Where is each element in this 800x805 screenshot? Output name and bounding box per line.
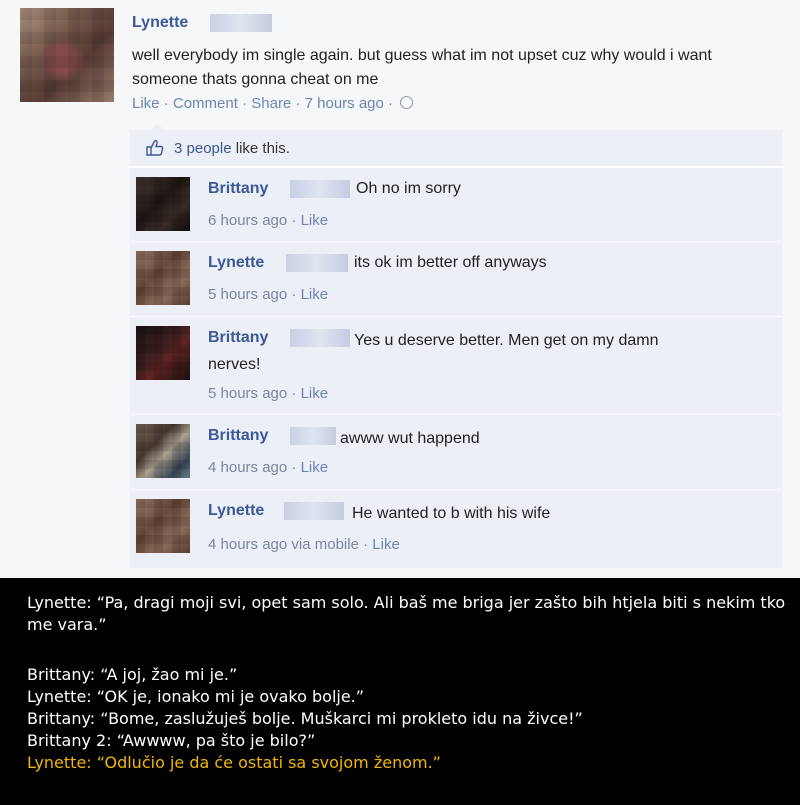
comment-meta: 4 hours ago via mobile · Like	[208, 536, 400, 553]
likes-box: 3 people like this.	[130, 123, 782, 167]
comment-timestamp[interactable]: 5 hours ago	[208, 286, 287, 303]
post-author-name[interactable]: Lynette	[132, 14, 188, 32]
caret	[150, 123, 164, 130]
caption-line: Brittany: “Bome, zaslužuješ bolje. Muška…	[27, 709, 583, 728]
redacted-surname	[284, 502, 344, 520]
translation-caption: Lynette: “Pa, dragi moji svi, opet sam s…	[0, 578, 800, 805]
comment-text-continued: nerves!	[208, 356, 261, 373]
caption-line: Brittany 2: “Awwww, pa što je bilo?”	[27, 731, 316, 750]
globe-icon	[400, 96, 414, 109]
caption-line: Brittany: “A joj, žao mi je.”	[27, 665, 238, 684]
caption-line: Lynette: “OK je, ionako mi je ovako bolj…	[27, 687, 365, 706]
comment-author[interactable]: Lynette	[208, 502, 264, 520]
avatar[interactable]	[136, 499, 190, 553]
comment-author[interactable]: Brittany	[208, 180, 268, 198]
comment-author[interactable]: Brittany	[208, 427, 268, 445]
like-link[interactable]: Like	[132, 95, 160, 112]
likes-text: 3 people like this.	[174, 140, 290, 157]
comment-like-link[interactable]: Like	[372, 536, 400, 553]
caption-line-highlight: Lynette: “Odlučio je da će ostati sa svo…	[27, 753, 441, 772]
comment-link[interactable]: Comment	[173, 95, 238, 112]
comment-timestamp[interactable]: 4 hours ago	[208, 459, 287, 476]
thumbs-up-icon	[146, 140, 164, 156]
redacted-surname	[210, 14, 272, 32]
comment-text: Oh no im sorry	[356, 180, 461, 197]
redacted-surname	[286, 254, 348, 272]
comment: Brittany Oh no im sorry 6 hours ago · Li…	[130, 167, 782, 241]
comment: Brittany awww wut happend 4 hours ago · …	[130, 414, 782, 489]
comment-like-link[interactable]: Like	[301, 286, 329, 303]
comment-text: He wanted to b with his wife	[352, 505, 551, 522]
comment-text: its ok im better off anyways	[354, 254, 547, 271]
comment-timestamp[interactable]: 5 hours ago	[208, 385, 287, 402]
comment-like-link[interactable]: Like	[301, 385, 329, 402]
avatar[interactable]	[136, 177, 190, 231]
redacted-surname	[290, 329, 350, 347]
avatar[interactable]	[136, 424, 190, 478]
comment-text: Yes u deserve better. Men get on my damn	[354, 332, 659, 349]
facebook-post-screenshot: Lynette well everybody im single again. …	[0, 0, 800, 578]
comment-timestamp[interactable]: 4 hours ago via mobile	[208, 536, 359, 553]
avatar[interactable]	[136, 251, 190, 305]
comment-timestamp[interactable]: 6 hours ago	[208, 212, 287, 229]
redacted-surname	[290, 427, 336, 445]
caption-line: Lynette: “Pa, dragi moji svi, opet sam s…	[27, 593, 786, 634]
post-text: well everybody im single again. but gues…	[132, 47, 712, 88]
post-meta: Like · Comment · Share · 7 hours ago ·	[132, 95, 414, 112]
comment-like-link[interactable]: Like	[301, 212, 329, 229]
comment-meta: 5 hours ago · Like	[208, 286, 329, 303]
comment-author[interactable]: Brittany	[208, 329, 268, 347]
comment: Lynette He wanted to b with his wife 4 h…	[130, 489, 782, 568]
comment-meta: 6 hours ago · Like	[208, 212, 329, 229]
comment: Lynette its ok im better off anyways 5 h…	[130, 241, 782, 316]
comment-text: awww wut happend	[340, 430, 480, 447]
likes-count-link[interactable]: 3 people	[174, 140, 232, 157]
post-timestamp[interactable]: 7 hours ago	[305, 95, 384, 112]
comment-meta: 4 hours ago · Like	[208, 459, 329, 476]
avatar[interactable]	[20, 8, 114, 102]
redacted-surname	[290, 180, 350, 198]
comment: Brittany Yes u deserve better. Men get o…	[130, 316, 782, 414]
comment-meta: 5 hours ago · Like	[208, 385, 329, 402]
comment-like-link[interactable]: Like	[301, 459, 329, 476]
comment-author[interactable]: Lynette	[208, 254, 264, 272]
share-link[interactable]: Share	[251, 95, 291, 112]
avatar[interactable]	[136, 326, 190, 380]
